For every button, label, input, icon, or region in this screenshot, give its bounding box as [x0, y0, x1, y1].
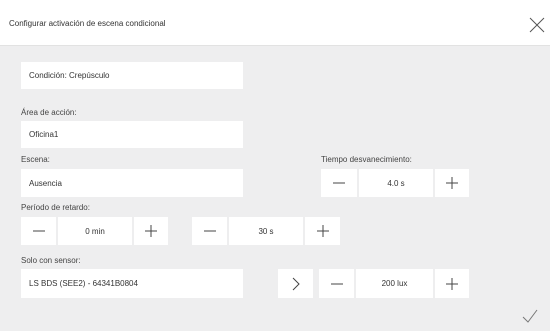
- delay-minutes-decrease-button[interactable]: [21, 217, 56, 245]
- scene-field[interactable]: Ausencia: [21, 169, 243, 197]
- delay-minutes-value: 0 min: [58, 217, 132, 245]
- dialog-title: Configurar activación de escena condicio…: [9, 19, 166, 28]
- scene-label: Escena:: [21, 155, 50, 164]
- delay-label: Período de retardo:: [21, 203, 90, 212]
- lux-increase-button[interactable]: [435, 269, 469, 298]
- action-area-value: Oficina1: [29, 130, 59, 139]
- plus-icon: [145, 225, 157, 237]
- plus-icon: [446, 277, 458, 290]
- sensor-value: LS BDS (SEE2) - 64341B0804: [29, 279, 138, 288]
- delay-seconds-decrease-button[interactable]: [192, 217, 227, 245]
- close-icon: [529, 17, 545, 33]
- action-area-field[interactable]: Oficina1: [21, 121, 243, 148]
- minus-icon: [203, 230, 216, 232]
- sensor-select-button[interactable]: [278, 269, 313, 298]
- plus-icon: [446, 177, 458, 189]
- lux-value: 200 lux: [356, 269, 433, 298]
- confirm-button[interactable]: [520, 306, 540, 326]
- minus-icon: [330, 283, 343, 284]
- delay-minutes-increase-button[interactable]: [134, 217, 168, 245]
- delay-seconds-value: 30 s: [229, 217, 303, 245]
- action-area-label: Área de acción:: [21, 108, 77, 117]
- fade-time-label: Tiempo desvanecimiento:: [321, 155, 412, 164]
- fade-time-increase-button[interactable]: [435, 169, 469, 197]
- sensor-field[interactable]: LS BDS (SEE2) - 64341B0804: [21, 269, 243, 298]
- close-button[interactable]: [529, 17, 545, 33]
- scene-value: Ausencia: [29, 179, 62, 188]
- chevron-right-icon: [292, 277, 300, 290]
- lux-decrease-button[interactable]: [319, 269, 354, 298]
- checkmark-icon: [522, 309, 538, 323]
- fade-time-decrease-button[interactable]: [321, 169, 357, 197]
- minus-icon: [32, 230, 45, 232]
- minus-icon: [333, 182, 345, 184]
- delay-seconds-increase-button[interactable]: [305, 217, 340, 245]
- plus-icon: [316, 225, 329, 237]
- fade-time-value: 4.0 s: [359, 169, 433, 197]
- condition-field: Condición: Crepúsculo: [21, 62, 243, 89]
- sensor-label: Solo con sensor:: [21, 256, 81, 265]
- condition-text: Condición: Crepúsculo: [29, 71, 110, 80]
